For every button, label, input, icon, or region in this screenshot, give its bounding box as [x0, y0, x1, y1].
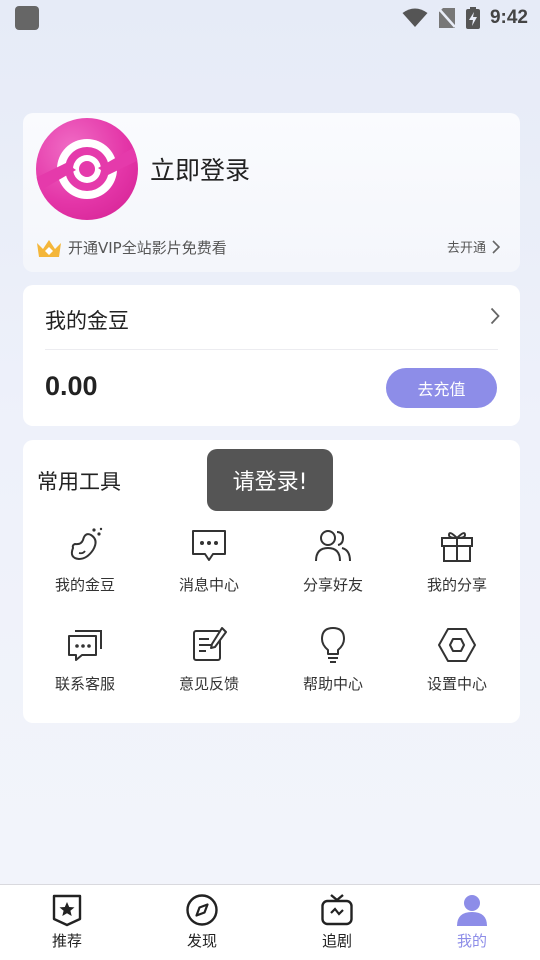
- login-toast: 请登录!: [207, 449, 333, 511]
- bean-icon: [70, 527, 103, 561]
- profile-card: 立即登录 开通VIP全站影片免费看 去开通: [23, 113, 520, 272]
- app-logo-icon: [36, 139, 138, 199]
- tool-label: 我的分享: [426, 576, 487, 594]
- tool-my-share[interactable]: 我的分享: [395, 526, 519, 616]
- settings-icon: [438, 628, 476, 662]
- tool-my-beans[interactable]: 我的金豆: [23, 526, 147, 616]
- app-notification-icon: [15, 6, 39, 30]
- status-time: 9:42: [489, 7, 528, 28]
- no-sim-icon: [438, 8, 456, 28]
- nav-recommend[interactable]: 推荐: [27, 893, 107, 951]
- avatar[interactable]: [36, 118, 138, 220]
- recharge-button[interactable]: 去充值: [386, 368, 497, 408]
- tool-label: 我的金豆: [54, 576, 115, 594]
- gift-icon: [441, 532, 473, 562]
- tv-icon: [321, 894, 353, 926]
- nav-mine[interactable]: 我的: [432, 893, 512, 951]
- login-link[interactable]: 立即登录: [150, 151, 250, 187]
- tool-label: 分享好友: [302, 576, 363, 594]
- nav-series[interactable]: 追剧: [297, 893, 377, 951]
- vip-open-label: 去开通: [446, 241, 486, 256]
- status-bar: 9:42: [0, 0, 540, 36]
- tool-label: 联系客服: [54, 675, 115, 693]
- lightbulb-icon: [321, 627, 345, 663]
- vip-promo[interactable]: 开通VIP全站影片免费看: [36, 237, 227, 258]
- tool-settings[interactable]: 设置中心: [395, 625, 519, 715]
- message-icon: [192, 530, 226, 561]
- nav-label: 发现: [186, 932, 217, 950]
- tool-message-center[interactable]: 消息中心: [147, 526, 271, 616]
- nav-label: 我的: [456, 932, 487, 950]
- nav-label: 推荐: [51, 932, 82, 950]
- tool-share-friends[interactable]: 分享好友: [271, 526, 395, 616]
- gold-beans-title[interactable]: 我的金豆: [45, 305, 129, 335]
- chat-icon: [68, 630, 102, 661]
- tool-customer-service[interactable]: 联系客服: [23, 625, 147, 715]
- tool-feedback[interactable]: 意见反馈: [147, 625, 271, 715]
- tool-label: 意见反馈: [178, 675, 239, 693]
- tool-help-center[interactable]: 帮助中心: [271, 625, 395, 715]
- nav-label: 追剧: [321, 932, 352, 950]
- feedback-icon: [193, 627, 227, 661]
- user-icon: [457, 895, 487, 926]
- tool-label: 消息中心: [178, 576, 239, 594]
- compass-icon: [186, 894, 218, 926]
- wifi-icon: [402, 8, 428, 27]
- badge-star-icon: [52, 894, 82, 927]
- tool-label: 帮助中心: [302, 675, 363, 693]
- status-icons: 9:42: [402, 6, 528, 30]
- gold-beans-balance: 0.00: [45, 371, 98, 401]
- chevron-right-icon[interactable]: [490, 307, 500, 325]
- vip-promo-text: 开通VIP全站影片免费看: [68, 239, 227, 257]
- tool-label: 设置中心: [426, 675, 487, 693]
- gold-beans-card: 我的金豆 0.00 去充值: [23, 285, 520, 426]
- battery-charging-icon: [465, 7, 480, 29]
- vip-open-button[interactable]: 去开通: [447, 237, 500, 256]
- tools-title: 常用工具: [37, 470, 121, 494]
- divider: [45, 349, 498, 350]
- chevron-right-icon: [492, 239, 500, 254]
- friends-icon: [315, 530, 351, 562]
- nav-discover[interactable]: 发现: [162, 893, 242, 951]
- crown-icon: [37, 239, 61, 257]
- bottom-nav: 推荐 发现 追剧 我的: [0, 884, 540, 960]
